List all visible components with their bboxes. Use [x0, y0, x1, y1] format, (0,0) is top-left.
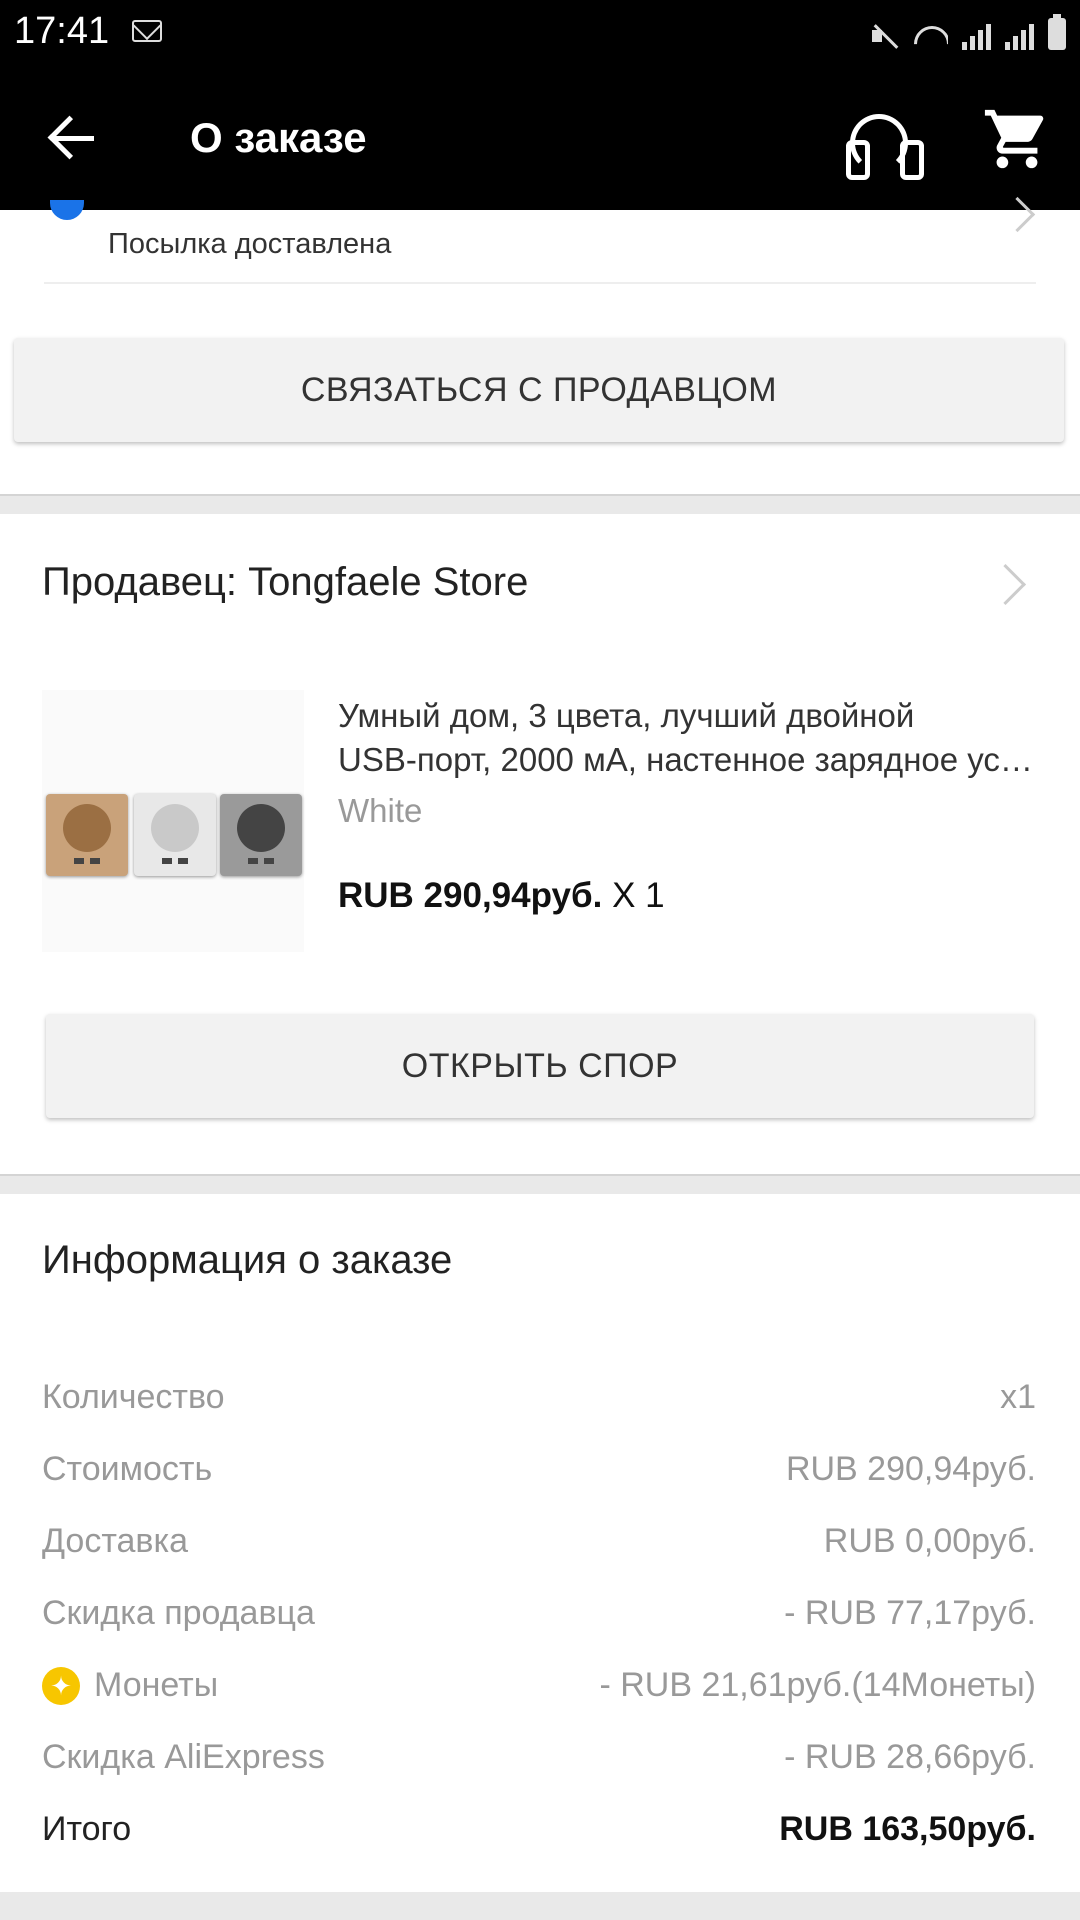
product-price-row: RUB 290,94руб. X 1	[338, 876, 665, 916]
product-item[interactable]: Умный дом, 3 цвета, лучший двойной USB-п…	[0, 680, 1080, 960]
info-row-cost: Стоимость RUB 290,94руб.	[42, 1450, 1036, 1488]
page-title: О заказе	[190, 114, 367, 161]
status-bar: 17:41	[0, 0, 1080, 64]
product-price: RUB 290,94руб.	[338, 876, 603, 915]
delivery-status-row[interactable]: Посылка доставлена	[0, 196, 1080, 286]
signal-icon	[1005, 20, 1034, 50]
product-quantity: X 1	[612, 876, 665, 915]
status-time: 17:41	[14, 10, 110, 52]
product-image[interactable]	[42, 690, 304, 952]
product-title: Умный дом, 3 цвета, лучший двойной USB-п…	[338, 697, 1048, 778]
delivery-status-text: Посылка доставлена	[108, 228, 392, 260]
section-divider	[0, 1892, 1080, 1920]
seller-name: Продавец: Tongfaele Store	[42, 560, 529, 604]
wifi-icon	[912, 20, 948, 50]
mail-icon	[132, 20, 162, 42]
seller-row[interactable]: Продавец: Tongfaele Store	[0, 524, 1080, 644]
order-info-table: Количество x1 Стоимость RUB 290,94руб. Д…	[42, 1366, 1036, 1870]
info-row-shipping: Доставка RUB 0,00руб.	[42, 1522, 1036, 1560]
chevron-right-icon	[984, 563, 1027, 606]
info-row-aliexpress-discount: Скидка AliExpress - RUB 28,66руб.	[42, 1738, 1036, 1776]
status-icons	[870, 14, 1066, 50]
mute-icon	[870, 22, 898, 50]
contact-seller-button[interactable]: СВЯЗАТЬСЯ С ПРОДАВЦОМ	[14, 338, 1064, 442]
app-toolbar: О заказе	[0, 64, 1080, 210]
divider	[44, 282, 1036, 284]
coins-label: Монеты	[94, 1666, 219, 1704]
status-dot-icon	[50, 200, 84, 220]
coin-icon: ✦	[42, 1666, 80, 1705]
info-row-seller-discount: Скидка продавца - RUB 77,17руб.	[42, 1594, 1036, 1632]
product-variant: White	[338, 792, 423, 829]
headset-support-icon[interactable]	[838, 106, 924, 182]
section-divider	[0, 1174, 1080, 1194]
info-row-total: Итого RUB 163,50руб.	[42, 1810, 1036, 1848]
order-info-title: Информация о заказе	[42, 1238, 453, 1282]
info-row-coins: ✦ Монеты - RUB 21,61руб.(14Монеты)	[42, 1654, 1036, 1726]
info-row-quantity: Количество x1	[42, 1378, 1036, 1416]
back-arrow-icon[interactable]	[38, 104, 108, 174]
open-dispute-button[interactable]: ОТКРЫТЬ СПОР	[46, 1014, 1034, 1118]
cart-icon[interactable]	[982, 104, 1052, 174]
signal-icon	[962, 20, 991, 50]
section-divider	[0, 494, 1080, 514]
battery-icon	[1048, 14, 1066, 50]
